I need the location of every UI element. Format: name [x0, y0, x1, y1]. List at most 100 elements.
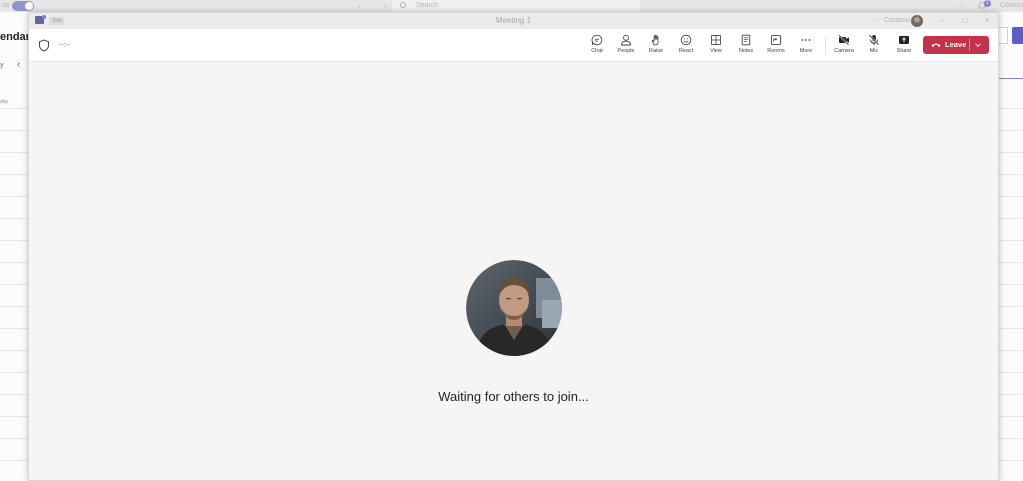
- background-toggle[interactable]: [12, 1, 34, 11]
- background-input[interactable]: [999, 27, 1008, 44]
- hand-icon: [651, 34, 659, 46]
- meeting-timer: --:--: [59, 42, 71, 49]
- grid-line: [0, 218, 28, 219]
- maximize-button[interactable]: □: [955, 13, 975, 29]
- notes-label: Notes: [738, 48, 754, 54]
- mic-label: Mic: [869, 48, 879, 54]
- grid-line: [999, 350, 1023, 351]
- toolbar-separator: [825, 37, 826, 54]
- view-label: View: [710, 48, 722, 54]
- grid-line: [999, 438, 1023, 439]
- share-icon: [899, 36, 909, 44]
- meeting-toolbar: --:-- Chat People Raise React View Notes…: [29, 29, 998, 62]
- grid-line: [0, 372, 28, 373]
- grid-line: [0, 240, 28, 241]
- user-avatar[interactable]: [911, 15, 923, 27]
- grid-line: [999, 152, 1023, 153]
- grid-line: [999, 284, 1023, 285]
- react-button[interactable]: React: [672, 34, 700, 58]
- background-title-bar: ns ‹ › Search ··· 1 Contoso: [0, 0, 1023, 12]
- rooms-button[interactable]: Rooms: [762, 34, 790, 58]
- grid-line: [0, 350, 28, 351]
- mic-off-icon: [868, 34, 880, 46]
- search-icon: [400, 2, 406, 8]
- grid-line: [999, 240, 1023, 241]
- grid-line: [0, 460, 28, 461]
- waiting-message: Waiting for others to join...: [438, 389, 589, 404]
- grid-line: [0, 130, 28, 131]
- close-button[interactable]: ×: [977, 13, 997, 29]
- grid-line: [999, 196, 1023, 197]
- camera-off-icon: [838, 34, 850, 46]
- grid-line: [0, 284, 28, 285]
- meeting-window: Test Meeting 1 ··· Contoso – □ × --:-- C…: [28, 12, 999, 481]
- grid-line: [999, 306, 1023, 307]
- grid-line: [0, 196, 28, 197]
- meeting-stage: Waiting for others to join...: [29, 63, 998, 480]
- react-label: React: [678, 48, 694, 54]
- background-right-panel: [999, 12, 1023, 481]
- leave-divider: [969, 39, 970, 51]
- view-button[interactable]: View: [702, 34, 730, 58]
- share-button[interactable]: Share: [890, 34, 918, 58]
- grid-line: [0, 262, 28, 263]
- minimize-button[interactable]: –: [933, 13, 953, 29]
- tenant-name[interactable]: Contoso: [884, 13, 910, 29]
- grid-line: [999, 460, 1023, 461]
- chevron-down-icon[interactable]: [973, 40, 983, 50]
- grid-line: [0, 152, 28, 153]
- background-search-placeholder: Search: [416, 2, 439, 9]
- background-more-dots[interactable]: ···: [958, 0, 965, 12]
- participant-avatar: [466, 260, 562, 356]
- grid-line: [999, 262, 1023, 263]
- phone-hangup-icon: [931, 43, 941, 47]
- notes-icon: [741, 34, 751, 46]
- grid-line: [999, 416, 1023, 417]
- people-button[interactable]: People: [612, 34, 640, 58]
- mic-button[interactable]: Mic: [860, 34, 888, 58]
- background-toggle-label: ns: [2, 2, 10, 9]
- rooms-label: Rooms: [767, 48, 785, 54]
- grid-line: [0, 438, 28, 439]
- chevron-left-icon[interactable]: ‹: [17, 59, 20, 70]
- grid-line: [999, 394, 1023, 395]
- more-button[interactable]: More: [792, 34, 820, 58]
- background-new-meeting-button[interactable]: [1012, 27, 1023, 44]
- chat-button[interactable]: Chat: [583, 34, 611, 58]
- share-label: Share: [896, 48, 912, 54]
- background-calendar-view[interactable]: y: [0, 62, 4, 69]
- background-search-box[interactable]: Search: [392, 0, 640, 12]
- grid-line: [0, 174, 28, 175]
- rooms-icon: [770, 35, 782, 45]
- grid-line: [0, 416, 28, 417]
- raise-label: Raise: [648, 48, 664, 54]
- raise-hand-button[interactable]: Raise: [642, 34, 670, 58]
- grid-line: [0, 306, 28, 307]
- grid-line: [999, 130, 1023, 131]
- background-tenant-label: Contoso: [1000, 2, 1023, 9]
- background-calendar-panel: endar y ‹ day: [0, 12, 30, 481]
- leave-label: Leave: [945, 40, 967, 49]
- emoji-icon: [680, 34, 692, 46]
- people-label: People: [617, 48, 635, 54]
- leave-button[interactable]: Leave: [923, 36, 989, 54]
- grid-line: [999, 328, 1023, 329]
- camera-label: Camera: [834, 48, 854, 54]
- chat-icon: [591, 34, 603, 46]
- grid-line: [999, 108, 1023, 109]
- titlebar-more-icon[interactable]: ···: [871, 13, 881, 28]
- grid-line: [999, 174, 1023, 175]
- grid-line: [0, 328, 28, 329]
- camera-button[interactable]: Camera: [830, 34, 858, 58]
- more-label: More: [799, 48, 813, 54]
- notes-button[interactable]: Notes: [732, 34, 760, 58]
- grid-line: [999, 218, 1023, 219]
- people-icon: [621, 34, 631, 46]
- grid-line: [999, 372, 1023, 373]
- background-nav-arrows[interactable]: ‹ ›: [358, 0, 397, 12]
- chat-label: Chat: [591, 48, 603, 54]
- shield-icon[interactable]: [38, 39, 50, 52]
- notification-badge: 1: [984, 0, 991, 7]
- background-calendar-column: day: [0, 99, 9, 105]
- meeting-title-bar: Test Meeting 1 ··· Contoso – □ ×: [29, 13, 998, 29]
